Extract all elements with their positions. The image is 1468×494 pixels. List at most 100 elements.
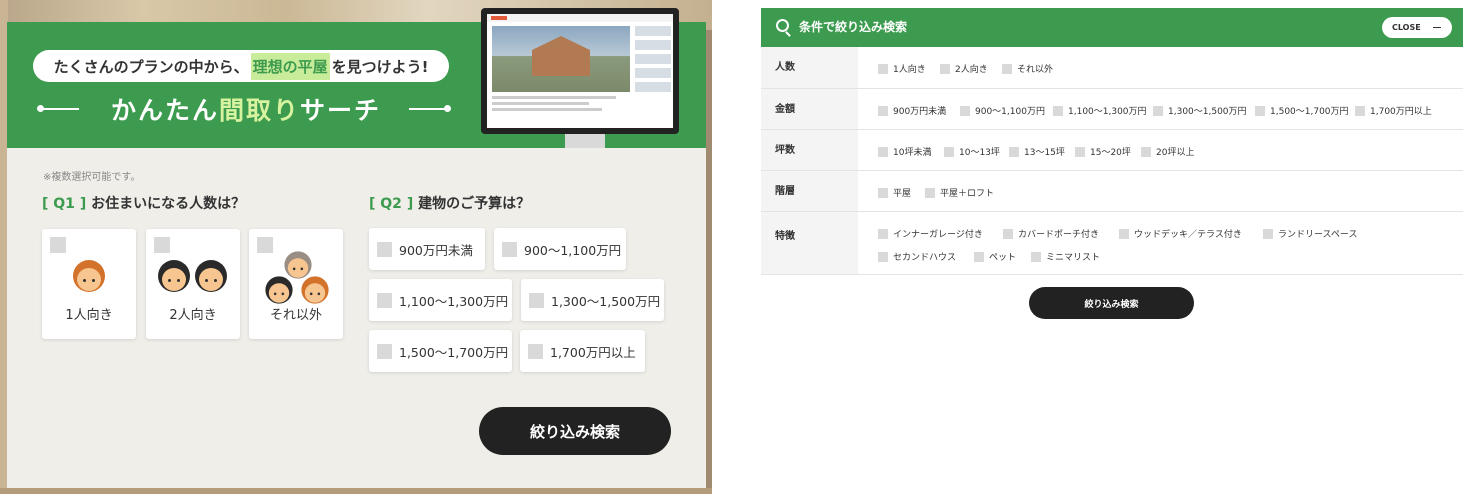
people-option-2[interactable]: 2人向き	[146, 229, 240, 339]
search-button[interactable]: 絞り込み検索	[1029, 287, 1194, 319]
filter-row-people: 人数 1人向き 2人向き それ以外	[761, 47, 1463, 89]
filter-option-label: ミニマリスト	[1046, 253, 1101, 263]
checkbox[interactable]	[940, 63, 950, 74]
filter-option[interactable]: 10〜13坪	[944, 145, 1000, 158]
checkbox[interactable]	[925, 187, 935, 198]
checkbox[interactable]	[1153, 105, 1163, 116]
budget-option-1[interactable]: 900万円未満	[369, 228, 485, 270]
search-button[interactable]: 絞り込み検索	[479, 407, 671, 455]
monitor-illustration	[481, 8, 679, 134]
checkbox[interactable]	[1002, 63, 1012, 74]
checkbox[interactable]	[1119, 228, 1129, 239]
house-image	[532, 36, 590, 76]
checkbox[interactable]	[377, 241, 392, 257]
checkbox[interactable]	[377, 343, 392, 359]
filter-option[interactable]: 平屋	[878, 186, 911, 199]
checkbox[interactable]	[502, 241, 517, 257]
filter-option[interactable]: 900〜1,100万円	[960, 104, 1045, 117]
filter-row-floors: 階層 平屋 平屋＋ロフト	[761, 171, 1463, 212]
filter-option[interactable]: ペット	[974, 250, 1016, 263]
budget-option-label: 1,500〜1,700万円	[399, 344, 509, 360]
filter-option-label: インナーガレージ付き	[893, 230, 983, 240]
filter-header: 条件で絞り込み検索 CLOSE	[761, 8, 1463, 47]
monitor-stand	[565, 134, 605, 148]
budget-option-4[interactable]: 1,300〜1,500万円	[521, 279, 664, 321]
filter-option-label: 1,300〜1,500万円	[1168, 107, 1247, 117]
q1-bracket-open: [	[42, 196, 49, 212]
checkbox[interactable]	[529, 292, 544, 308]
people-option-3[interactable]: それ以外	[249, 229, 343, 339]
checkbox[interactable]	[878, 105, 888, 116]
person-face-icon	[73, 260, 105, 292]
checkbox[interactable]	[528, 343, 543, 359]
close-button[interactable]: CLOSE	[1382, 17, 1452, 38]
filter-option-label: 1,100〜1,300万円	[1068, 107, 1147, 117]
checkbox[interactable]	[1075, 146, 1085, 157]
checkbox[interactable]	[1053, 105, 1063, 116]
filter-option[interactable]: 1,100〜1,300万円	[1053, 104, 1147, 117]
filter-option[interactable]: 平屋＋ロフト	[925, 186, 994, 199]
budget-option-2[interactable]: 900〜1,100万円	[494, 228, 626, 270]
screen-text-lines	[492, 96, 630, 114]
filter-option[interactable]: 900万円未満	[878, 104, 946, 117]
checkbox[interactable]	[154, 237, 170, 253]
filter-option[interactable]: 13〜15坪	[1009, 145, 1065, 158]
checkbox[interactable]	[878, 146, 888, 157]
filter-option-label: 平屋	[893, 189, 912, 199]
filter-option[interactable]: インナーガレージ付き	[878, 227, 983, 240]
checkbox[interactable]	[1263, 228, 1273, 239]
q2-number: Q2	[380, 196, 402, 212]
filter-option[interactable]: ウッドデッキ／テラス付き	[1119, 227, 1242, 240]
checkbox[interactable]	[257, 237, 273, 253]
checkbox[interactable]	[878, 187, 888, 198]
checkbox[interactable]	[960, 105, 970, 116]
screen-logo	[491, 16, 507, 20]
filter-option-label: ウッドデッキ／テラス付き	[1134, 230, 1242, 240]
filter-option[interactable]: 10坪未満	[878, 145, 931, 158]
checkbox[interactable]	[1355, 105, 1365, 116]
filter-option[interactable]: ランドリースペース	[1263, 227, 1357, 240]
filter-option-label: 1,700万円以上	[1370, 107, 1432, 117]
q2-title: [ Q2 ] 建物のご予算は？	[369, 193, 530, 213]
q1-bracket-close: ]	[79, 196, 87, 212]
filter-option[interactable]: セカンドハウス	[878, 250, 956, 263]
checkbox[interactable]	[878, 228, 888, 239]
filter-option-label: 900〜1,100万円	[975, 107, 1045, 117]
filter-option[interactable]: 1人向き	[878, 62, 926, 75]
filter-row-area: 坪数 10坪未満 10〜13坪 13〜15坪 15〜20坪 20坪以上	[761, 130, 1463, 171]
filter-option[interactable]: 1,500〜1,700万円	[1255, 104, 1349, 117]
checkbox[interactable]	[878, 251, 888, 262]
checkbox[interactable]	[1031, 251, 1041, 262]
checkbox[interactable]	[974, 251, 984, 262]
filter-option[interactable]: それ以外	[1002, 62, 1053, 75]
filter-option[interactable]: 2人向き	[940, 62, 988, 75]
checkbox[interactable]	[1009, 146, 1019, 157]
filter-option[interactable]: 1,700万円以上	[1355, 104, 1432, 117]
filter-row-label: 人数	[761, 47, 858, 88]
filter-option[interactable]: ミニマリスト	[1031, 250, 1100, 263]
people-option-1[interactable]: 1人向き	[42, 229, 136, 339]
filter-option[interactable]: 20坪以上	[1141, 145, 1194, 158]
filter-option-label: 15〜20坪	[1090, 148, 1131, 158]
checkbox[interactable]	[944, 146, 954, 157]
filter-option[interactable]: カバードポーチ付き	[1003, 227, 1099, 240]
subtitle-after: を見つけよう!	[331, 57, 429, 76]
checkbox[interactable]	[1141, 146, 1151, 157]
checkbox[interactable]	[377, 292, 392, 308]
filter-option-label: 10坪未満	[893, 148, 932, 158]
budget-option-6[interactable]: 1,700万円以上	[520, 330, 645, 372]
checkbox[interactable]	[1003, 228, 1013, 239]
filter-option[interactable]: 15〜20坪	[1075, 145, 1131, 158]
screen-sidebar	[635, 26, 671, 96]
checkbox[interactable]	[1255, 105, 1265, 116]
budget-option-3[interactable]: 1,100〜1,300万円	[369, 279, 512, 321]
people-option-label: 2人向き	[169, 308, 217, 323]
budget-option-5[interactable]: 1,500〜1,700万円	[369, 330, 512, 372]
budget-option-label: 900万円未満	[399, 242, 473, 258]
checkbox[interactable]	[878, 63, 888, 74]
filter-option[interactable]: 1,300〜1,500万円	[1153, 104, 1247, 117]
search-icon	[776, 19, 789, 32]
checkbox[interactable]	[50, 237, 66, 253]
filter-row-label: 特徴	[761, 212, 858, 274]
filter-option-label: セカンドハウス	[893, 253, 957, 263]
